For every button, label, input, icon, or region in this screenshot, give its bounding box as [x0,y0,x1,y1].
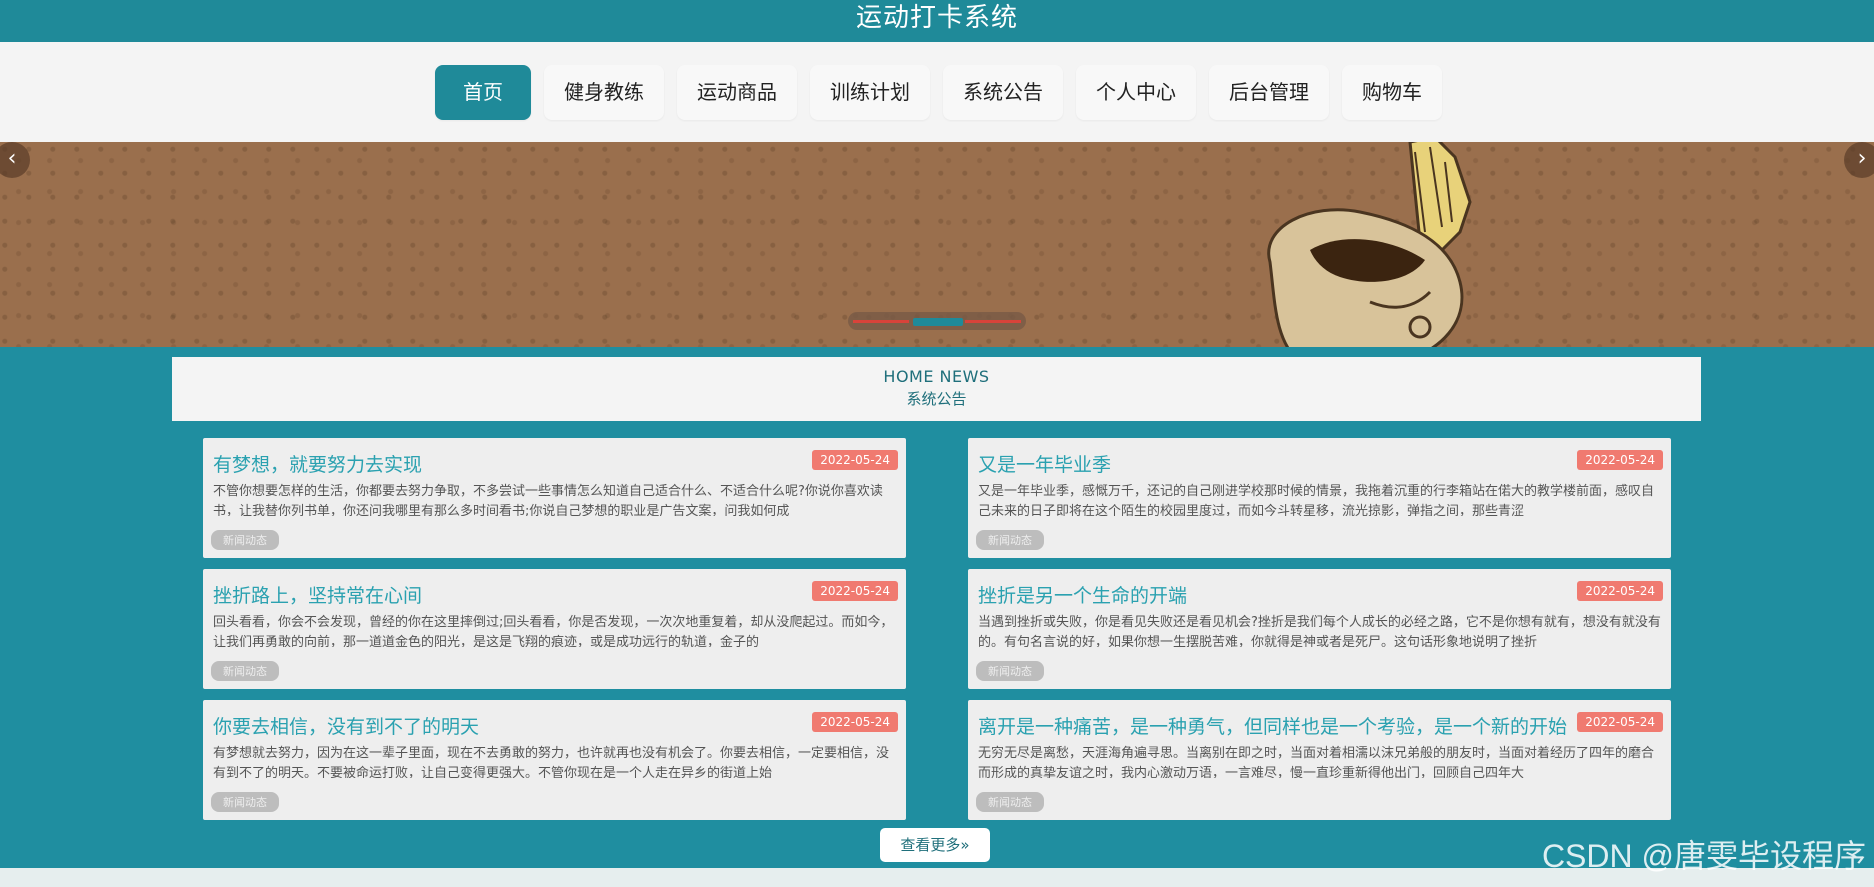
news-card-date: 2022-05-24 [1577,450,1663,470]
news-card-tag: 新闻动态 [976,530,1044,550]
news-card-date: 2022-05-24 [812,581,898,601]
news-card-summary: 又是一年毕业季，感慨万千，还记的自己刚进学校那时候的情景，我拖着沉重的行李箱站在… [978,484,1655,516]
news-card-title[interactable]: 挫折是另一个生命的开端 [978,581,1578,608]
nav-item-personal-center[interactable]: 个人中心 [1076,65,1196,120]
news-card-tag: 新闻动态 [211,530,279,550]
main-nav-bar: 首页 健身教练 运动商品 训练计划 系统公告 个人中心 后台管理 购物车 [0,42,1874,142]
nav-item-training-plans[interactable]: 训练计划 [810,65,930,120]
news-card[interactable]: 离开是一种痛苦，是一种勇气，但同样也是一个考验，是一个新的开始 2022-05-… [968,700,1671,820]
carousel-next-button[interactable]: › [1844,142,1874,178]
news-card[interactable]: 有梦想，就要努力去实现 2022-05-24 不管你想要怎样的生活，你都要去努力… [203,438,906,558]
news-card-date: 2022-05-24 [812,450,898,470]
watermark-text: CSDN @唐雯毕设程序 [1541,838,1866,874]
nav-item-admin[interactable]: 后台管理 [1209,65,1329,120]
nav-item-cart[interactable]: 购物车 [1342,65,1442,120]
top-header: 运动打卡系统 [0,0,1874,42]
news-card-summary: 不管你想要怎样的生活，你都要去努力争取，不多尝试一些事情怎么知道自己适合什么、不… [213,484,883,516]
nav-item-announcements[interactable]: 系统公告 [943,65,1063,120]
news-card-title[interactable]: 你要去相信，没有到不了的明天 [213,712,813,739]
site-title: 运动打卡系统 [855,3,1018,33]
banner-cartoon-image [1267,142,1472,347]
news-card-date: 2022-05-24 [1577,712,1663,732]
news-section-header: HOME NEWS 系统公告 [172,357,1701,421]
news-card-tag: 新闻动态 [976,661,1044,681]
news-section-title-en: HOME NEWS [883,367,990,386]
nav-item-coaches[interactable]: 健身教练 [544,65,664,120]
carousel-dot-1[interactable] [853,320,909,323]
nav-item-home[interactable]: 首页 [435,65,531,120]
main-nav: 首页 健身教练 运动商品 训练计划 系统公告 个人中心 后台管理 购物车 [435,65,1442,120]
news-card-summary: 当遇到挫折或失败，你是看见失败还是看见机会?挫折是我们每个人成长的必经之路，它不… [978,615,1661,647]
news-card-summary: 无穷无尽是离愁，天涯海角遍寻思。当离别在即之时，当面对着相濡以沫兄弟般的朋友时，… [978,746,1655,778]
chevron-right-icon: › [1857,146,1867,171]
news-card[interactable]: 挫折路上，坚持常在心间 2022-05-24 回头看看，你会不会发现，曾经的你在… [203,569,906,689]
news-section-title-zh: 系统公告 [906,390,967,408]
news-card-summary: 有梦想就去努力，因为在这一辈子里面，现在不去勇敢的努力，也许就再也没有机会了。你… [213,746,890,778]
news-card-tag: 新闻动态 [976,792,1044,812]
news-card[interactable]: 又是一年毕业季 2022-05-24 又是一年毕业季，感慨万千，还记的自己刚进学… [968,438,1671,558]
carousel-dot-2[interactable] [913,318,963,326]
news-card-summary: 回头看看，你会不会发现，曾经的你在这里摔倒过;回头看看，你是否发现，一次次地重复… [213,615,894,647]
carousel-dot-3[interactable] [965,320,1021,323]
news-card-tag: 新闻动态 [211,661,279,681]
news-card-date: 2022-05-24 [1577,581,1663,601]
carousel-pagination [848,312,1026,330]
news-card-title[interactable]: 有梦想，就要努力去实现 [213,450,813,477]
news-card[interactable]: 挫折是另一个生命的开端 2022-05-24 当遇到挫折或失败，你是看见失败还是… [968,569,1671,689]
news-card[interactable]: 你要去相信，没有到不了的明天 2022-05-24 有梦想就去努力，因为在这一辈… [203,700,906,820]
view-more-button[interactable]: 查看更多» [880,828,990,862]
news-card-tag: 新闻动态 [211,792,279,812]
news-card-title[interactable]: 挫折路上，坚持常在心间 [213,581,813,608]
banner-carousel: ‹ › [0,142,1874,347]
chevron-left-icon: ‹ [7,146,17,171]
nav-item-products[interactable]: 运动商品 [677,65,797,120]
news-card-date: 2022-05-24 [812,712,898,732]
news-card-title[interactable]: 离开是一种痛苦，是一种勇气，但同样也是一个考验，是一个新的开始 [978,712,1578,739]
news-card-title[interactable]: 又是一年毕业季 [978,450,1578,477]
